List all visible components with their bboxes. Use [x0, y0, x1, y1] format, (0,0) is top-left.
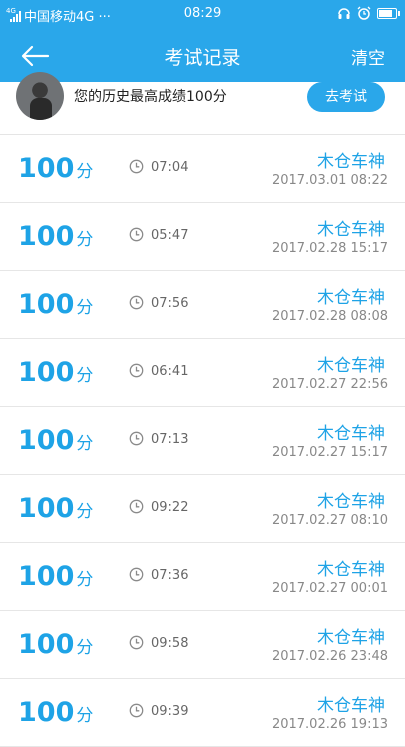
alarm-icon [357, 6, 371, 20]
duration-text: 06:41 [151, 364, 189, 379]
score-value: 100 [18, 629, 75, 660]
clock-icon [129, 227, 144, 242]
record-date: 2017.02.27 00:01 [271, 581, 388, 596]
record-row[interactable]: 100 分 07:36 木仓车神 2017.02.27 00:01 [0, 543, 405, 611]
avatar [16, 72, 64, 120]
score-unit: 分 [76, 298, 94, 318]
record-row[interactable]: 100 分 07:56 木仓车神 2017.02.28 08:08 [0, 271, 405, 339]
page-title: 考试记录 [164, 47, 241, 69]
record-date: 2017.02.28 08:08 [271, 309, 388, 324]
record-date: 2017.02.28 15:17 [271, 241, 388, 256]
record-row[interactable]: 100 分 07:04 木仓车神 2017.03.01 08:22 [0, 135, 405, 203]
profile-header: 您的历史最高成绩100分 去考试 [0, 72, 405, 135]
duration-text: 07:36 [151, 568, 189, 583]
score-value: 100 [18, 697, 75, 728]
duration-text: 07:04 [151, 160, 189, 175]
duration-text: 09:39 [151, 704, 189, 719]
status-right [337, 6, 400, 20]
score: 100 分 [18, 561, 93, 592]
user-name: 木仓车神 [317, 696, 385, 716]
clock-icon [129, 499, 144, 514]
record-date: 2017.02.26 19:13 [271, 717, 388, 732]
record-date: 2017.02.26 23:48 [271, 649, 388, 664]
score-unit: 分 [76, 638, 94, 658]
status-bar: 4G 中国移动4G ··· 08:29 [0, 0, 405, 30]
battery-icon [377, 7, 400, 19]
user-name: 木仓车神 [317, 356, 385, 376]
clock-icon [129, 295, 144, 310]
record-row[interactable]: 100 分 09:58 木仓车神 2017.02.26 23:48 [0, 611, 405, 679]
clock-icon [129, 363, 144, 378]
score-unit: 分 [76, 366, 94, 386]
user-name: 木仓车神 [317, 152, 385, 172]
record-date: 2017.03.01 08:22 [271, 173, 388, 188]
headset-icon [338, 8, 350, 19]
record-date: 2017.02.27 22:56 [271, 377, 388, 392]
score: 100 分 [18, 425, 93, 456]
score-unit: 分 [76, 706, 94, 726]
score: 100 分 [18, 493, 93, 524]
score-value: 100 [18, 425, 75, 456]
clock-icon [129, 635, 144, 650]
best-score-text: 您的历史最高成绩100分 [74, 89, 227, 105]
score-value: 100 [18, 289, 75, 320]
record-row[interactable]: 100 分 09:22 木仓车神 2017.02.27 08:10 [0, 475, 405, 543]
score-unit: 分 [76, 162, 94, 182]
record-list: 100 分 07:04 木仓车神 2017.03.01 08:22 100 分 05… [0, 135, 405, 747]
score-value: 100 [18, 357, 75, 388]
go-exam-button[interactable]: 去考试 [307, 82, 385, 112]
record-date: 2017.02.27 15:17 [271, 445, 388, 460]
user-name: 木仓车神 [317, 560, 385, 580]
record-row[interactable]: 100 分 06:41 木仓车神 2017.02.27 22:56 [0, 339, 405, 407]
duration-text: 09:22 [151, 500, 189, 515]
nav-bar: 考试记录 清空 [0, 30, 405, 82]
duration-text: 05:47 [151, 228, 189, 243]
score: 100 分 [18, 629, 93, 660]
user-name: 木仓车神 [317, 424, 385, 444]
duration-text: 07:56 [151, 296, 189, 311]
score-value: 100 [18, 493, 75, 524]
clear-button[interactable]: 清空 [351, 44, 385, 69]
score: 100 分 [18, 289, 93, 320]
score-value: 100 [18, 561, 75, 592]
user-name: 木仓车神 [317, 220, 385, 240]
clock-icon [129, 431, 144, 446]
score-value: 100 [18, 153, 75, 184]
user-name: 木仓车神 [317, 492, 385, 512]
score-unit: 分 [76, 502, 94, 522]
record-row[interactable]: 100 分 09:39 木仓车神 2017.02.26 19:13 [0, 679, 405, 747]
score: 100 分 [18, 153, 93, 184]
clock-icon [129, 159, 144, 174]
record-row[interactable]: 100 分 07:13 木仓车神 2017.02.27 15:17 [0, 407, 405, 475]
clock-icon [129, 703, 144, 718]
score-unit: 分 [76, 230, 94, 250]
clock-icon [129, 567, 144, 582]
score-unit: 分 [76, 434, 94, 454]
score-value: 100 [18, 221, 75, 252]
score: 100 分 [18, 697, 93, 728]
record-date: 2017.02.27 08:10 [271, 513, 388, 528]
record-row[interactable]: 100 分 05:47 木仓车神 2017.02.28 15:17 [0, 203, 405, 271]
score: 100 分 [18, 357, 93, 388]
user-name: 木仓车神 [317, 628, 385, 648]
duration-text: 09:58 [151, 636, 189, 651]
duration-text: 07:13 [151, 432, 189, 447]
score-unit: 分 [76, 570, 94, 590]
user-name: 木仓车神 [317, 288, 385, 308]
score: 100 分 [18, 221, 93, 252]
